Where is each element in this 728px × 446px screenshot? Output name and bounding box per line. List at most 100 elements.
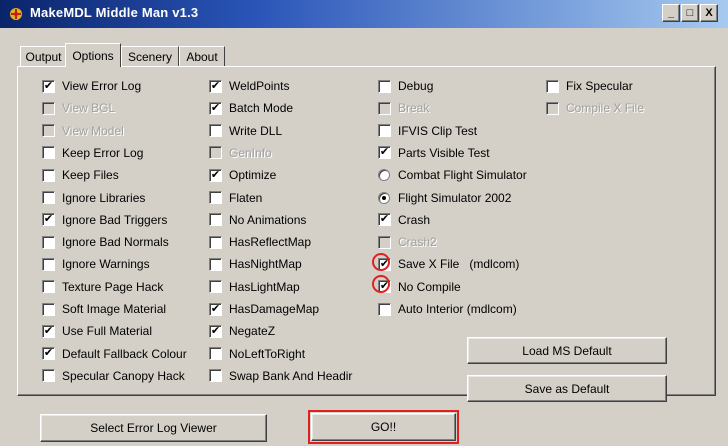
- checkbox-batch-mode[interactable]: ✔: [209, 101, 222, 115]
- option-label: Batch Mode: [229, 101, 294, 116]
- checkbox-negatez[interactable]: ✔: [209, 324, 222, 338]
- checkbox-ignore-bad-triggers[interactable]: ✔: [42, 213, 55, 227]
- checkbox-texture-page-hack[interactable]: [42, 280, 55, 294]
- save-as-default-button[interactable]: Save as Default: [467, 375, 667, 402]
- checkbox-nolefttoright[interactable]: [209, 347, 222, 361]
- checkbox-weldpoints[interactable]: ✔: [209, 79, 222, 93]
- option-auto-interior-mdlcom[interactable]: Auto Interior (mdlcom): [378, 301, 517, 317]
- option-label: Combat Flight Simulator: [398, 168, 527, 183]
- option-combat-flight-simulator[interactable]: Combat Flight Simulator: [378, 167, 527, 183]
- option-optimize[interactable]: ✔ Optimize: [209, 167, 276, 183]
- checkbox-ignore-bad-normals[interactable]: [42, 235, 55, 249]
- option-negatez[interactable]: ✔ NegateZ: [209, 323, 275, 339]
- option-flight-simulator-2002[interactable]: Flight Simulator 2002: [378, 190, 511, 206]
- checkbox-ifvis-clip-test[interactable]: [378, 124, 391, 138]
- checkbox-ignore-warnings[interactable]: [42, 257, 55, 271]
- option-ifvis-clip-test[interactable]: IFVIS Clip Test: [378, 123, 477, 139]
- checkmark-icon: ✔: [210, 101, 221, 114]
- option-label: Specular Canopy Hack: [62, 368, 185, 383]
- highlight-save-x-file: [372, 253, 390, 271]
- option-parts-visible-test[interactable]: ✔ Parts Visible Test: [378, 145, 490, 161]
- option-keep-files[interactable]: Keep Files: [42, 167, 119, 183]
- option-label: Break: [398, 101, 430, 116]
- checkbox-use-full-material[interactable]: ✔: [42, 324, 55, 338]
- tab-output[interactable]: Output: [20, 46, 67, 66]
- option-default-fallback-colour[interactable]: ✔ Default Fallback Colour: [42, 346, 187, 362]
- option-ignore-bad-normals[interactable]: Ignore Bad Normals: [42, 234, 169, 250]
- option-no-animations[interactable]: No Animations: [209, 212, 306, 228]
- option-swap-bank-and-headir[interactable]: Swap Bank And Headir: [209, 368, 352, 384]
- checkbox-ignore-libraries[interactable]: [42, 191, 55, 204]
- checkbox-hasnightmap[interactable]: [209, 257, 222, 271]
- option-haslightmap[interactable]: HasLightMap: [209, 279, 300, 295]
- option-label: IFVIS Clip Test: [398, 123, 478, 138]
- select-error-log-viewer-button[interactable]: Select Error Log Viewer: [40, 414, 267, 442]
- option-fix-specular[interactable]: Fix Specular: [546, 78, 633, 94]
- checkbox-write-dll[interactable]: [209, 124, 222, 138]
- checkbox-keep-files[interactable]: [42, 168, 55, 182]
- tab-options[interactable]: Options: [65, 43, 121, 67]
- option-hasreflectmap[interactable]: HasReflectMap: [209, 234, 311, 250]
- option-label: Optimize: [229, 168, 277, 183]
- option-label: Ignore Bad Normals: [62, 235, 169, 250]
- option-label: WeldPoints: [229, 79, 290, 93]
- option-label: Ignore Bad Triggers: [62, 212, 168, 227]
- checkbox-hasreflectmap[interactable]: [209, 235, 222, 249]
- checkbox-flaten[interactable]: [209, 191, 222, 204]
- checkbox-crash2: [378, 235, 391, 249]
- option-specular-canopy-hack[interactable]: Specular Canopy Hack: [42, 368, 185, 384]
- checkbox-view-error-log[interactable]: ✔: [42, 79, 55, 93]
- option-label: Soft Image Material: [62, 302, 167, 316]
- option-soft-image-material[interactable]: Soft Image Material: [42, 301, 166, 317]
- checkbox-hasdamagemap[interactable]: ✔: [209, 302, 222, 316]
- radio-flight-simulator-2002[interactable]: [378, 191, 390, 204]
- checkbox-keep-error-log[interactable]: [42, 146, 55, 160]
- option-ignore-libraries[interactable]: Ignore Libraries: [42, 190, 145, 206]
- title-bar[interactable]: MakeMDL Middle Man v1.3 _ □ X: [0, 0, 728, 28]
- option-batch-mode[interactable]: ✔ Batch Mode: [209, 100, 293, 116]
- checkbox-default-fallback-colour[interactable]: ✔: [42, 347, 55, 361]
- option-label: HasDamageMap: [229, 302, 320, 316]
- option-nolefttoright[interactable]: NoLeftToRight: [209, 346, 305, 362]
- option-label: Write DLL: [229, 123, 283, 138]
- checkbox-fix-specular[interactable]: [546, 79, 559, 93]
- checkbox-crash[interactable]: ✔: [378, 213, 391, 227]
- option-no-compile[interactable]: ✔ No Compile: [378, 279, 461, 295]
- checkbox-haslightmap[interactable]: [209, 280, 222, 294]
- radio-combat-flight-simulator[interactable]: [378, 169, 390, 182]
- option-label: Keep Error Log: [62, 145, 144, 160]
- option-texture-page-hack[interactable]: Texture Page Hack: [42, 279, 163, 295]
- option-ignore-bad-triggers[interactable]: ✔ Ignore Bad Triggers: [42, 212, 167, 228]
- highlight-no-compile: [372, 275, 390, 293]
- checkbox-optimize[interactable]: ✔: [209, 168, 222, 182]
- option-label: No Compile: [398, 279, 461, 294]
- checkbox-soft-image-material[interactable]: [42, 302, 55, 316]
- checkbox-geninfo: [209, 146, 222, 160]
- option-view-error-log[interactable]: ✔ View Error Log: [42, 78, 141, 94]
- option-ignore-warnings[interactable]: Ignore Warnings: [42, 256, 150, 272]
- checkbox-view-model: [42, 124, 55, 138]
- option-hasnightmap[interactable]: HasNightMap: [209, 256, 302, 272]
- close-button[interactable]: X: [700, 4, 718, 22]
- option-use-full-material[interactable]: ✔ Use Full Material: [42, 323, 152, 339]
- option-hasdamagemap[interactable]: ✔ HasDamageMap: [209, 301, 319, 317]
- checkbox-parts-visible-test[interactable]: ✔: [378, 146, 391, 160]
- checkbox-debug[interactable]: [378, 79, 391, 93]
- option-flaten[interactable]: Flaten: [209, 190, 262, 206]
- tab-scenery[interactable]: Scenery: [121, 46, 179, 66]
- option-keep-error-log[interactable]: Keep Error Log: [42, 145, 143, 161]
- checkbox-auto-interior-mdlcom[interactable]: [378, 302, 391, 316]
- load-ms-default-button[interactable]: Load MS Default: [467, 337, 667, 364]
- option-debug[interactable]: Debug: [378, 78, 433, 94]
- checkbox-no-animations[interactable]: [209, 213, 222, 227]
- tab-about[interactable]: About: [179, 46, 225, 66]
- checkbox-specular-canopy-hack[interactable]: [42, 369, 55, 383]
- option-crash[interactable]: ✔ Crash: [378, 212, 430, 228]
- checkbox-swap-bank-and-headir[interactable]: [209, 369, 222, 383]
- maximize-button[interactable]: □: [681, 4, 699, 22]
- option-write-dll[interactable]: Write DLL: [209, 123, 282, 139]
- option-label: Swap Bank And Headir: [229, 368, 353, 383]
- option-save-x-file-mdlcom[interactable]: ✔ Save X File (mdlcom): [378, 256, 519, 272]
- minimize-button[interactable]: _: [662, 4, 680, 22]
- option-weldpoints[interactable]: ✔ WeldPoints: [209, 78, 289, 94]
